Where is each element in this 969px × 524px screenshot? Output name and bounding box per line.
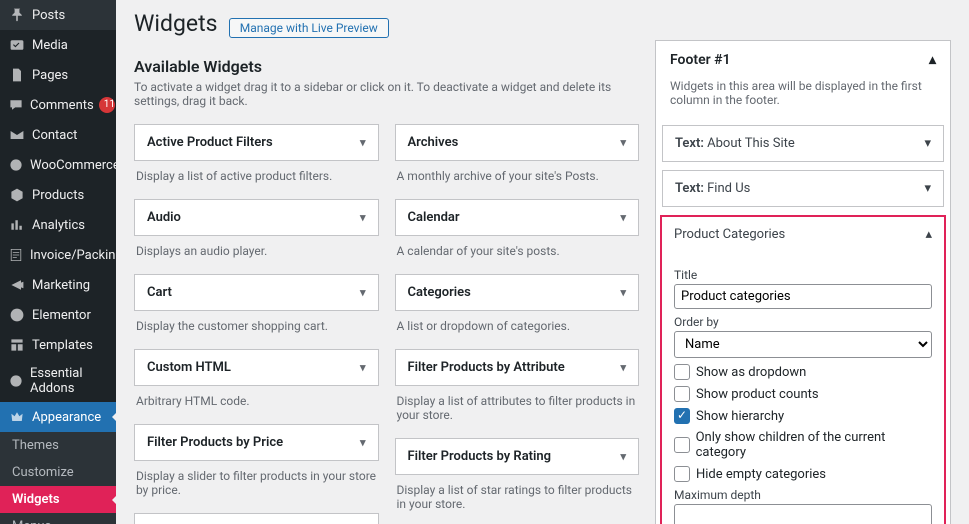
sidebar-item-media[interactable]: Media bbox=[0, 30, 116, 60]
available-widgets-desc: To activate a widget drag it to a sideba… bbox=[134, 80, 639, 108]
widget-gallery[interactable]: Gallery▾ bbox=[134, 513, 379, 524]
widget-item[interactable]: Text: Find Us▾ bbox=[662, 170, 944, 207]
products-icon bbox=[8, 186, 26, 204]
sidebar-item-appearance[interactable]: Appearance bbox=[0, 402, 116, 432]
maxdepth-input[interactable] bbox=[674, 504, 932, 524]
submenu-widgets[interactable]: Widgets bbox=[0, 486, 116, 513]
checkbox[interactable] bbox=[674, 466, 690, 482]
woo-icon bbox=[8, 156, 24, 174]
page-icon bbox=[8, 66, 26, 84]
chevron-down-icon: ▾ bbox=[620, 211, 626, 224]
checkbox[interactable] bbox=[674, 408, 690, 424]
widget-active-product-filters[interactable]: Active Product Filters▾ bbox=[134, 124, 379, 161]
addons-icon bbox=[8, 372, 24, 390]
widget-custom-html[interactable]: Custom HTML▾ bbox=[134, 349, 379, 386]
chevron-down-icon: ▾ bbox=[360, 136, 366, 149]
option-0[interactable]: Show as dropdown bbox=[674, 364, 932, 380]
option-2[interactable]: Show hierarchy bbox=[674, 408, 932, 424]
sidebar-item-templates[interactable]: Templates bbox=[0, 330, 116, 360]
comment-icon bbox=[8, 96, 24, 114]
footer-panel: Footer #1▴ Widgets in this area will be … bbox=[655, 40, 951, 524]
widget-filter-products-by-price[interactable]: Filter Products by Price▾ bbox=[134, 424, 379, 461]
admin-sidebar: PostsMediaPagesComments11ContactWooComme… bbox=[0, 0, 116, 524]
chevron-down-icon: ▾ bbox=[620, 286, 626, 299]
title-input[interactable] bbox=[674, 284, 932, 309]
marketing-icon bbox=[8, 276, 26, 294]
sidebar-item-invoice-packing[interactable]: Invoice/Packing bbox=[0, 240, 116, 270]
main-content: Widgets Manage with Live Preview Availab… bbox=[116, 0, 969, 524]
chevron-down-icon: ▾ bbox=[360, 436, 366, 449]
widget-item[interactable]: Text: About This Site▾ bbox=[662, 125, 944, 162]
option-1[interactable]: Show product counts bbox=[674, 386, 932, 402]
invoice-icon bbox=[8, 246, 24, 264]
pin-icon bbox=[8, 6, 26, 24]
chevron-down-icon: ▾ bbox=[620, 361, 626, 374]
widget-archives[interactable]: Archives▾ bbox=[395, 124, 640, 161]
widget-calendar[interactable]: Calendar▾ bbox=[395, 199, 640, 236]
checkbox[interactable] bbox=[674, 386, 690, 402]
chevron-down-icon: ▾ bbox=[620, 136, 626, 149]
widget-item-product-categories[interactable]: Product Categories▴ bbox=[660, 215, 946, 252]
checkbox[interactable] bbox=[674, 364, 690, 380]
sidebar-item-elementor[interactable]: Elementor bbox=[0, 300, 116, 330]
templates-icon bbox=[8, 336, 26, 354]
footer-panel-header[interactable]: Footer #1▴ bbox=[656, 41, 950, 79]
orderby-label: Order by bbox=[674, 315, 932, 329]
chevron-down-icon: ▾ bbox=[924, 136, 931, 151]
widget-filter-products-by-attribute[interactable]: Filter Products by Attribute▾ bbox=[395, 349, 640, 386]
chevron-down-icon: ▾ bbox=[620, 450, 626, 463]
widget-cart[interactable]: Cart▾ bbox=[134, 274, 379, 311]
submenu-menus[interactable]: Menus bbox=[0, 513, 116, 524]
sidebar-item-marketing[interactable]: Marketing bbox=[0, 270, 116, 300]
widget-filter-products-by-rating[interactable]: Filter Products by Rating▾ bbox=[395, 438, 640, 475]
widget-audio[interactable]: Audio▾ bbox=[134, 199, 379, 236]
maxdepth-label: Maximum depth bbox=[674, 488, 932, 502]
media-icon bbox=[8, 36, 26, 54]
chevron-up-icon: ▴ bbox=[925, 227, 932, 242]
option-3[interactable]: Only show children of the current catego… bbox=[674, 430, 932, 460]
page-title: Widgets bbox=[134, 10, 217, 37]
sidebar-item-posts[interactable]: Posts bbox=[0, 0, 116, 30]
contact-icon bbox=[8, 126, 26, 144]
analytics-icon bbox=[8, 216, 26, 234]
elementor-icon bbox=[8, 306, 26, 324]
chevron-down-icon: ▾ bbox=[924, 181, 931, 196]
sidebar-item-essential-addons[interactable]: Essential Addons bbox=[0, 360, 116, 402]
chevron-down-icon: ▾ bbox=[360, 211, 366, 224]
sidebar-item-pages[interactable]: Pages bbox=[0, 60, 116, 90]
chevron-down-icon: ▾ bbox=[360, 286, 366, 299]
sidebar-item-woocommerce[interactable]: WooCommerce bbox=[0, 150, 116, 180]
orderby-select[interactable]: Name bbox=[674, 331, 932, 358]
sidebar-item-analytics[interactable]: Analytics bbox=[0, 210, 116, 240]
sidebar-item-comments[interactable]: Comments11 bbox=[0, 90, 116, 120]
chevron-down-icon: ▾ bbox=[360, 361, 366, 374]
option-4[interactable]: Hide empty categories bbox=[674, 466, 932, 482]
title-label: Title bbox=[674, 268, 932, 282]
sidebar-item-products[interactable]: Products bbox=[0, 180, 116, 210]
widget-categories[interactable]: Categories▾ bbox=[395, 274, 640, 311]
checkbox[interactable] bbox=[674, 437, 690, 453]
chevron-up-icon: ▴ bbox=[929, 52, 936, 68]
sidebar-item-contact[interactable]: Contact bbox=[0, 120, 116, 150]
available-widgets-heading: Available Widgets bbox=[134, 57, 639, 76]
live-preview-button[interactable]: Manage with Live Preview bbox=[229, 18, 389, 38]
submenu-themes[interactable]: Themes bbox=[0, 432, 116, 459]
submenu-customize[interactable]: Customize bbox=[0, 459, 116, 486]
appearance-icon bbox=[8, 408, 26, 426]
widget-settings: Title Order by Name Show as dropdown Show… bbox=[660, 252, 946, 524]
